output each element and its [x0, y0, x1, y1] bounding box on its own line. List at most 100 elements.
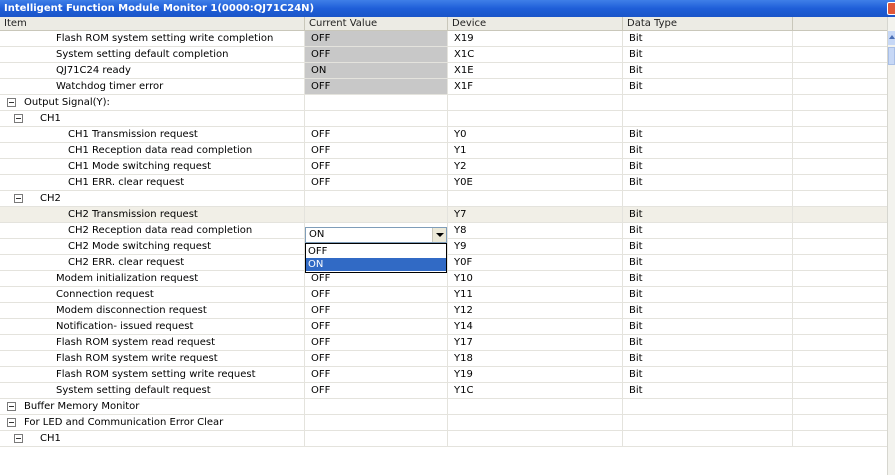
row-current-value[interactable]: OFF — [305, 351, 448, 366]
row-item-label: Flash ROM system read request — [0, 335, 305, 350]
row-device: X1C — [448, 47, 623, 62]
table-row[interactable]: Flash ROM system write request OFF Y18 Bit — [0, 351, 887, 367]
row-filler — [793, 207, 887, 222]
row-filler — [793, 79, 887, 94]
row-filler — [793, 31, 887, 46]
row-data-type: Bit — [623, 143, 793, 158]
row-device — [448, 415, 623, 430]
row-data-type: Bit — [623, 207, 793, 222]
table-row[interactable]: Flash ROM system read request OFF Y17 Bit — [0, 335, 887, 351]
dropdown-option-on[interactable]: ON — [306, 258, 446, 271]
row-current-value[interactable]: OFF — [305, 335, 448, 350]
row-current-value — [305, 431, 448, 446]
table-row[interactable]: CH1 — [0, 111, 887, 127]
row-data-type: Bit — [623, 319, 793, 334]
row-current-value: OFF — [305, 79, 448, 94]
row-item-label: For LED and Communication Error Clear — [0, 415, 305, 430]
row-device: X1E — [448, 63, 623, 78]
row-current-value: OFF — [305, 31, 448, 46]
row-filler — [793, 431, 887, 446]
title-bar[interactable]: Intelligent Function Module Monitor 1(00… — [0, 0, 895, 17]
row-device — [448, 431, 623, 446]
table-row[interactable]: Flash ROM system setting write completio… — [0, 31, 887, 47]
row-device: Y1C — [448, 383, 623, 398]
row-current-value: ON — [305, 63, 448, 78]
table-row[interactable]: Watchdog timer error OFF X1F Bit — [0, 79, 887, 95]
row-current-value[interactable]: OFF — [305, 271, 448, 286]
row-filler — [793, 335, 887, 350]
row-item-label: Flash ROM system setting write request — [0, 367, 305, 382]
row-item-label: CH1 Mode switching request — [0, 159, 305, 174]
table-row[interactable]: For LED and Communication Error Clear — [0, 415, 887, 431]
row-device: Y8 — [448, 223, 623, 238]
row-filler — [793, 143, 887, 158]
row-filler — [793, 191, 887, 206]
row-data-type: Bit — [623, 127, 793, 142]
column-header-data-type[interactable]: Data Type — [623, 17, 793, 30]
row-item-label: CH1 Reception data read completion — [0, 143, 305, 158]
table-row[interactable]: Connection request OFF Y11 Bit — [0, 287, 887, 303]
scroll-up-icon[interactable] — [888, 31, 895, 45]
row-filler — [793, 95, 887, 110]
row-data-type: Bit — [623, 159, 793, 174]
row-current-value[interactable]: OFF — [305, 319, 448, 334]
column-header-current-value[interactable]: Current Value — [305, 17, 448, 30]
row-current-value[interactable]: OFF — [305, 159, 448, 174]
scroll-thumb[interactable] — [888, 47, 895, 65]
table-row[interactable]: CH2 Transmission request Y7 Bit — [0, 207, 887, 223]
table-row[interactable]: Modem disconnection request OFF Y12 Bit — [0, 303, 887, 319]
row-filler — [793, 127, 887, 142]
row-device: Y18 — [448, 351, 623, 366]
row-current-value[interactable]: OFF — [305, 143, 448, 158]
row-filler — [793, 239, 887, 254]
table-row[interactable]: Notification- issued request OFF Y14 Bit — [0, 319, 887, 335]
row-current-value[interactable]: OFF — [305, 303, 448, 318]
row-data-type: Bit — [623, 31, 793, 46]
table-row[interactable]: CH1 Reception data read completion OFF Y1 B… — [0, 143, 887, 159]
row-current-value — [305, 207, 448, 222]
row-device: X19 — [448, 31, 623, 46]
row-item-label: CH2 Reception data read completion — [0, 223, 305, 238]
table-row[interactable]: CH1 ERR. clear request OFF Y0E Bit — [0, 175, 887, 191]
table-row[interactable]: Output Signal(Y): — [0, 95, 887, 111]
row-item-label: Connection request — [0, 287, 305, 302]
table-row[interactable]: Flash ROM system setting write request OF… — [0, 367, 887, 383]
table-row[interactable]: CH2 — [0, 191, 887, 207]
table-row[interactable]: QJ71C24 ready ON X1E Bit — [0, 63, 887, 79]
row-item-label: System setting default completion — [0, 47, 305, 62]
row-current-value[interactable]: OFF — [305, 383, 448, 398]
column-header-item[interactable]: Item — [0, 17, 305, 30]
table-row[interactable]: System setting default request OFF Y1C Bit — [0, 383, 887, 399]
column-header-device[interactable]: Device — [448, 17, 623, 30]
row-current-value[interactable]: OFF — [305, 175, 448, 190]
dropdown-option-off[interactable]: OFF — [306, 245, 446, 258]
close-icon[interactable] — [887, 2, 895, 15]
row-device: Y17 — [448, 335, 623, 350]
row-device: Y2 — [448, 159, 623, 174]
row-filler — [793, 63, 887, 78]
monitor-window: Intelligent Function Module Monitor 1(00… — [0, 0, 895, 475]
row-item-label: Modem initialization request — [0, 271, 305, 286]
row-item-label: CH2 Transmission request — [0, 207, 305, 222]
row-filler — [793, 223, 887, 238]
row-item-label: CH1 Transmission request — [0, 127, 305, 142]
row-current-value[interactable]: OFF — [305, 287, 448, 302]
row-item-label: QJ71C24 ready — [0, 63, 305, 78]
table-row[interactable]: Modem initialization request OFF Y10 Bit — [0, 271, 887, 287]
table-row[interactable]: System setting default completion OFF X1C B… — [0, 47, 887, 63]
table-row[interactable]: CH1 — [0, 431, 887, 447]
current-value-combobox[interactable]: ON — [305, 227, 447, 243]
table-row[interactable]: CH1 Mode switching request OFF Y2 Bit — [0, 159, 887, 175]
vertical-scrollbar[interactable] — [887, 17, 895, 475]
table-row[interactable]: Buffer Memory Monitor — [0, 399, 887, 415]
row-filler — [793, 383, 887, 398]
row-data-type — [623, 191, 793, 206]
row-data-type: Bit — [623, 175, 793, 190]
row-current-value[interactable]: OFF — [305, 127, 448, 142]
row-item-label: Watchdog timer error — [0, 79, 305, 94]
chevron-down-icon[interactable] — [432, 228, 446, 242]
table-row[interactable]: CH1 Transmission request OFF Y0 Bit — [0, 127, 887, 143]
row-filler — [793, 415, 887, 430]
row-current-value[interactable]: OFF — [305, 367, 448, 382]
row-current-value — [305, 415, 448, 430]
